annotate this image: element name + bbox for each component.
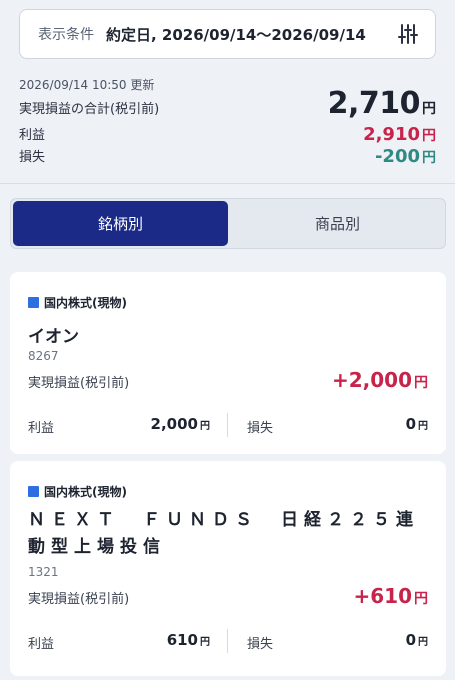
filter-value: 約定日, 2026/09/14〜2026/09/14 — [106, 25, 366, 44]
stock-code: 8267 — [28, 349, 59, 363]
realized-label: 実現損益(税引前) — [28, 376, 130, 391]
loss-label: 損失 — [19, 150, 46, 165]
loss-label: 損失 — [247, 637, 274, 652]
filter-condition-bar[interactable]: 表示条件 約定日, 2026/09/14〜2026/09/14 — [19, 9, 436, 59]
category-badge: 国内株式(現物) — [28, 483, 127, 500]
realized-label: 実現損益(税引前) — [28, 592, 130, 607]
filter-sliders-icon[interactable] — [395, 21, 421, 47]
realized-value: +2,000 円 — [331, 368, 428, 392]
total-realized-value: 2,710 円 — [327, 86, 436, 121]
category-square-icon — [28, 486, 39, 497]
profit-loss-row: 利益 2,000 円 損失 0円 — [28, 413, 428, 439]
total-profit-value: 2,910 円 — [363, 124, 436, 145]
stock-code: 1321 — [28, 565, 59, 579]
tab-by-stock[interactable]: 銘柄別 — [13, 201, 228, 246]
holding-card[interactable]: 国内株式(現物) イオン 8267 実現損益(税引前) +2,000 円 利益 2… — [10, 272, 446, 454]
loss-value: 0円 — [405, 631, 428, 649]
category-square-icon — [28, 297, 39, 308]
loss-value: 0円 — [405, 415, 428, 433]
profit-label: 利益 — [19, 128, 46, 143]
profit-value: 2,000 円 — [150, 415, 210, 433]
category-badge: 国内株式(現物) — [28, 294, 127, 311]
holding-card[interactable]: 国内株式(現物) ＮＥＸＴ ＦＵＮＤＳ 日経２２５連動型上場投信 1321 実現… — [10, 461, 446, 676]
stock-name: イオン — [28, 327, 79, 347]
total-label: 実現損益の合計(税引前) — [19, 102, 160, 117]
realized-summary: 2026/09/14 10:50 更新 実現損益の合計(税引前) 利益 損失 2… — [19, 74, 436, 168]
tab-by-product[interactable]: 商品別 — [230, 199, 445, 248]
realized-value: +610 円 — [353, 584, 428, 608]
loss-label: 損失 — [247, 421, 274, 436]
section-divider — [0, 183, 455, 184]
profit-label: 利益 — [28, 637, 55, 652]
stock-name: ＮＥＸＴ ＦＵＮＤＳ 日経２２５連動型上場投信 — [28, 510, 419, 557]
column-divider — [227, 629, 228, 653]
view-tabs: 銘柄別 商品別 — [10, 198, 446, 249]
profit-loss-row: 利益 610 円 損失 0円 — [28, 629, 428, 655]
updated-timestamp: 2026/09/14 10:50 更新 — [19, 78, 155, 92]
filter-label: 表示条件 — [38, 27, 94, 43]
profit-value: 610 円 — [166, 631, 210, 649]
column-divider — [227, 413, 228, 437]
total-loss-value: -200 円 — [374, 146, 436, 167]
profit-label: 利益 — [28, 421, 55, 436]
